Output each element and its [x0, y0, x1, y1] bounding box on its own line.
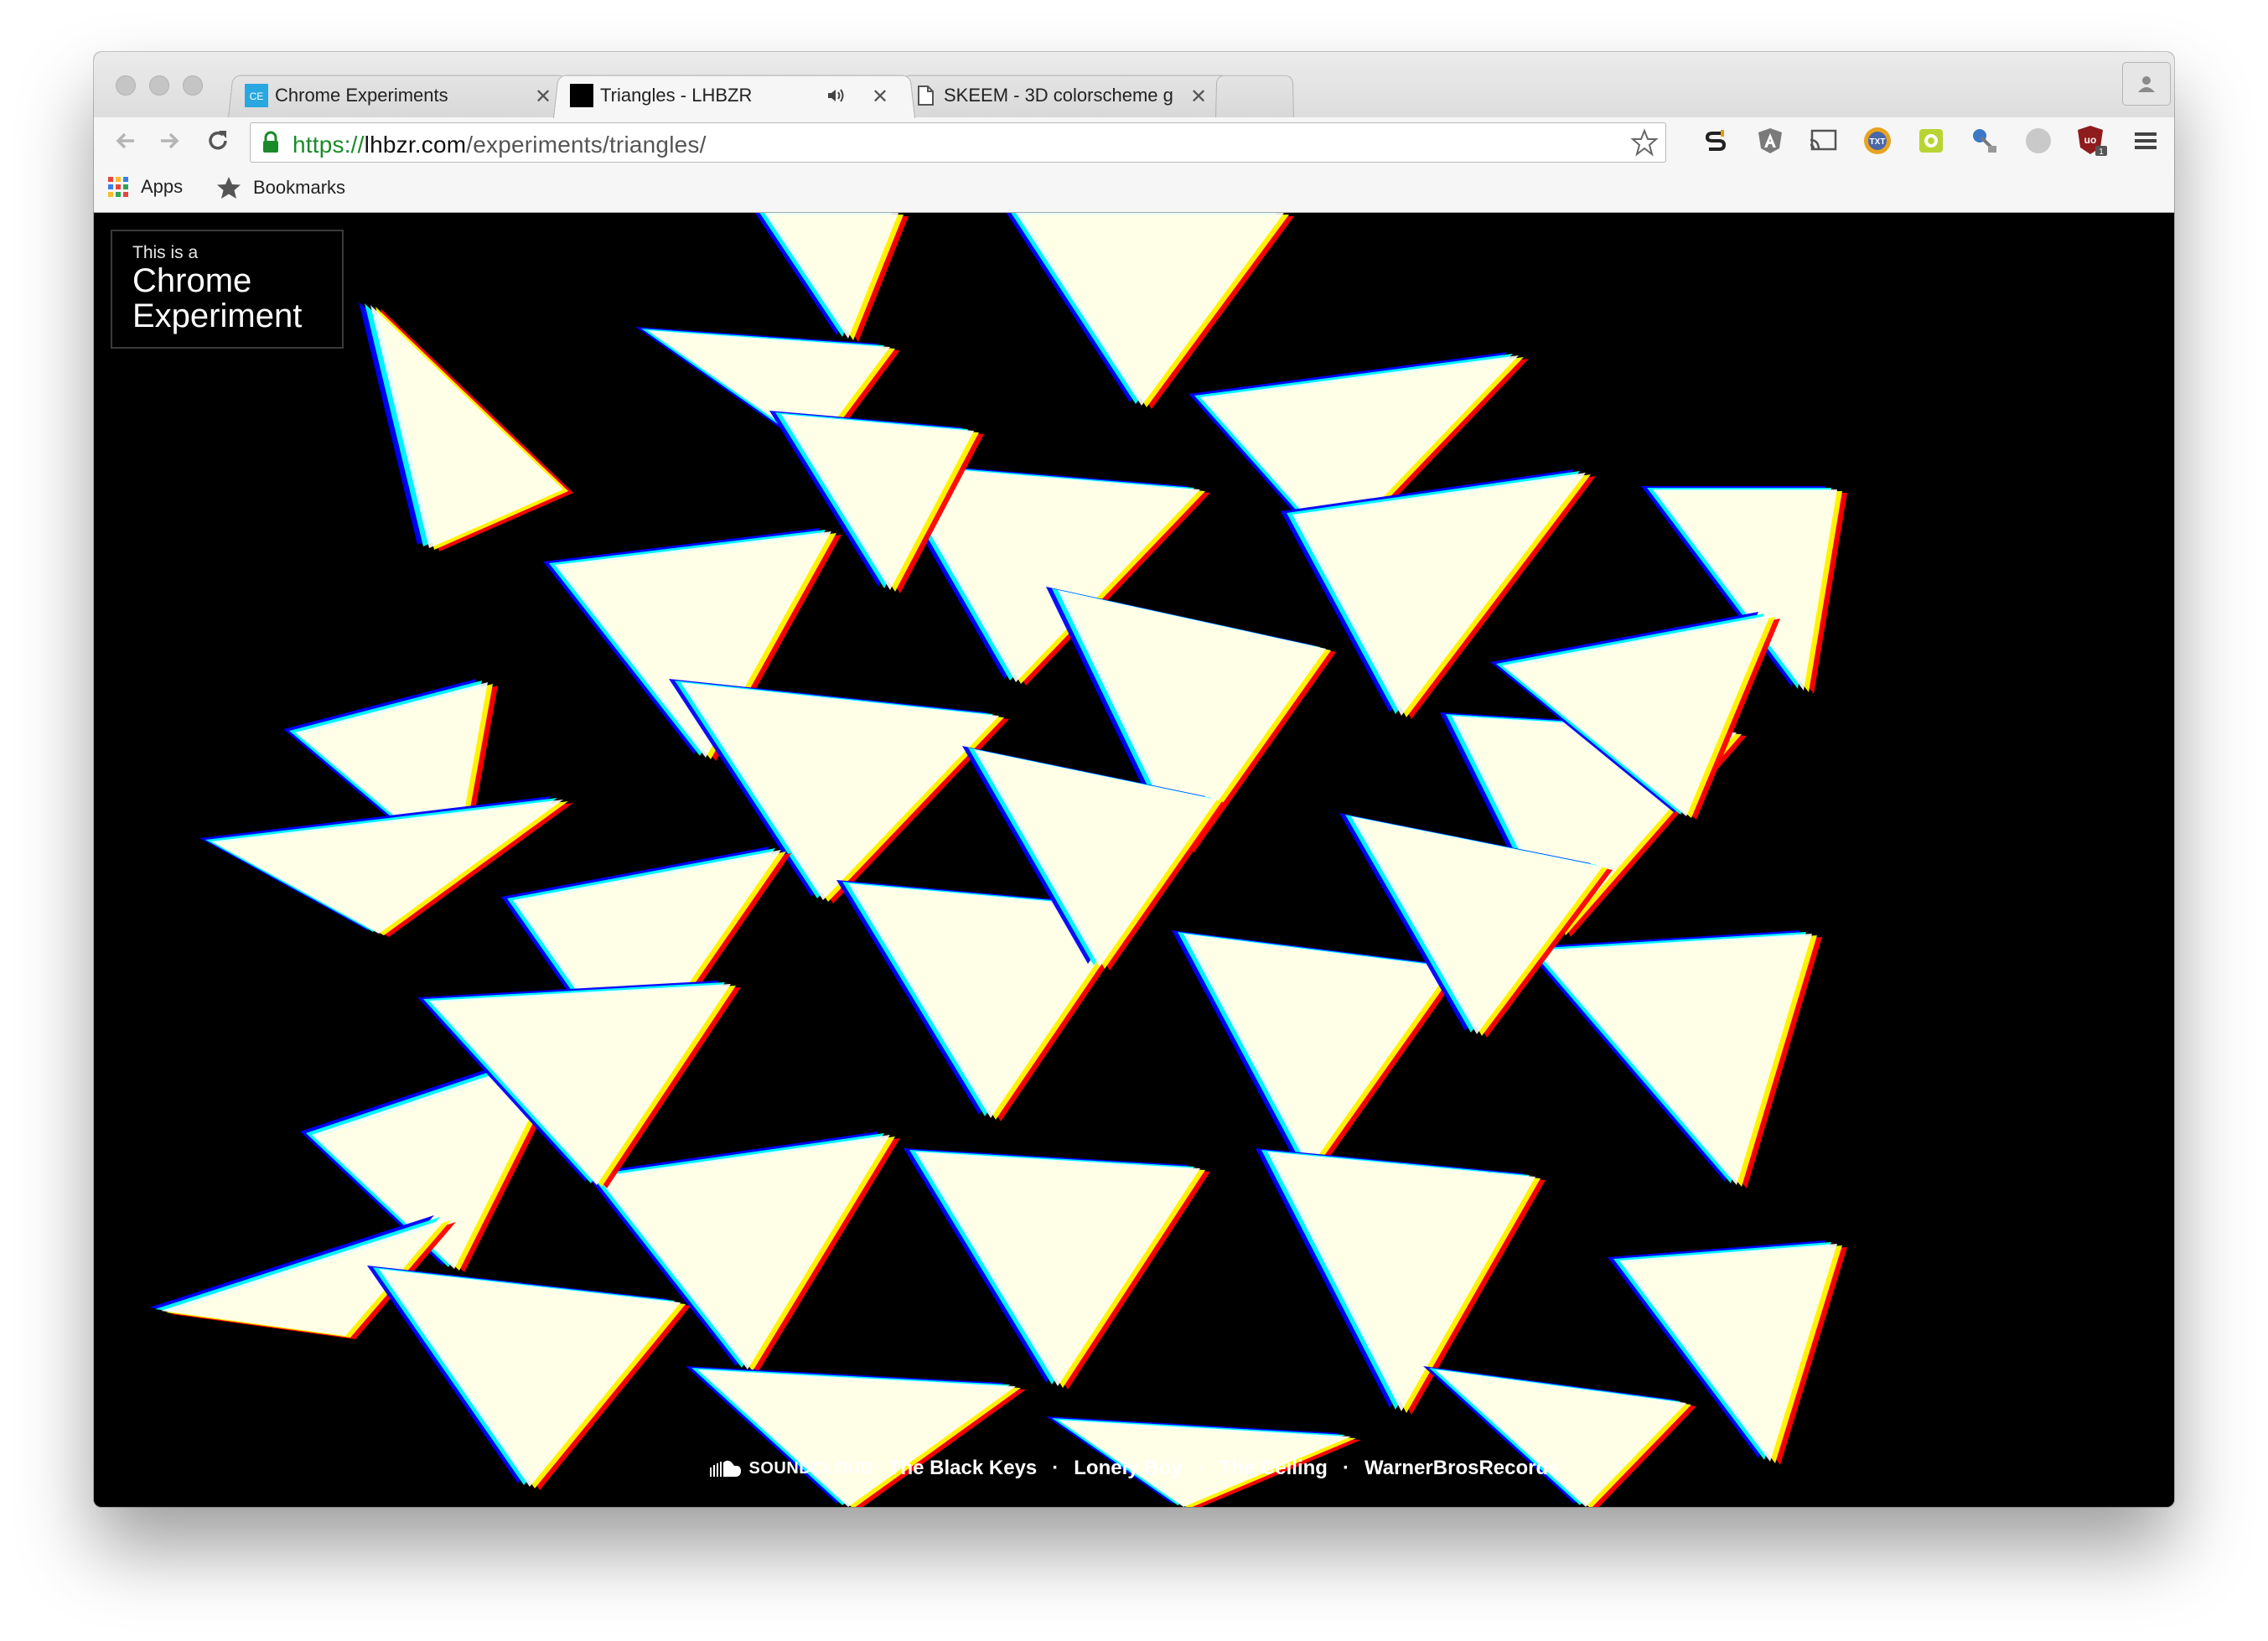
- zoom-window-button[interactable]: [183, 75, 203, 96]
- star-icon: [217, 177, 241, 199]
- svg-text:TXT: TXT: [1870, 137, 1886, 147]
- tab-audio-icon[interactable]: [826, 87, 847, 104]
- tab-close-icon[interactable]: ✕: [535, 85, 551, 109]
- reload-button[interactable]: [203, 126, 233, 156]
- triangle-layer: [697, 1369, 1016, 1507]
- separator: ·: [1052, 1457, 1059, 1479]
- s-glyph-icon: [1705, 130, 1727, 151]
- glitch-triangle: [1006, 213, 1294, 409]
- glitch-triangle: [359, 302, 573, 551]
- badge-title: Chrome Experiment: [132, 263, 322, 334]
- screenshot-frame-icon: [1919, 129, 1943, 153]
- glitch-triangle: [904, 1148, 1210, 1390]
- triangles-canvas[interactable]: [94, 213, 2174, 1507]
- screenshot-icon[interactable]: [1914, 124, 1948, 158]
- txt-circle-icon: TXT: [1864, 127, 1891, 154]
- address-bar[interactable]: https://lhbzr.com/experiments/triangles/: [250, 122, 1666, 163]
- track-album[interactable]: The Ceiling: [1219, 1457, 1328, 1480]
- extension-s-icon[interactable]: [1700, 124, 1733, 158]
- soundcloud-logo-text: SOUNDCLOUD: [748, 1458, 873, 1478]
- satellite-dish-icon: [1973, 129, 1996, 153]
- triangle-layer: [1267, 1152, 1535, 1411]
- document-favicon-icon: [918, 85, 934, 106]
- page-content: This is a Chrome Experiment SOUNDCLOUD T…: [94, 213, 2174, 1507]
- glitch-triangle: [686, 1366, 1026, 1507]
- soundcloud-cloud-icon: [709, 1460, 741, 1477]
- separator: ·: [1342, 1457, 1349, 1479]
- glitch-triangle: [1172, 930, 1462, 1172]
- svg-text:1: 1: [2099, 148, 2104, 157]
- lhbzr-favicon-icon: [570, 84, 593, 107]
- browser-chrome: CE Chrome Experiments ✕ Triangles - LHBZ…: [94, 52, 2174, 213]
- lock-icon: [263, 131, 278, 153]
- angular-shield-icon: [1758, 128, 1782, 153]
- triangle-layer: [915, 1152, 1200, 1386]
- chrome-experiment-badge[interactable]: This is a Chrome Experiment: [111, 230, 344, 349]
- chrome-experiments-favicon-icon: CE: [245, 84, 268, 107]
- bookmark-bookmarks[interactable]: Bookmarks: [216, 176, 345, 199]
- tab-title: Triangles - LHBZR: [600, 85, 753, 106]
- angular-icon[interactable]: [1753, 124, 1787, 158]
- badge-small-text: This is a: [132, 243, 199, 262]
- gray-dot-icon: [2026, 128, 2051, 153]
- url-path: /experiments/triangles/: [466, 132, 707, 158]
- tab-close-icon[interactable]: ✕: [1190, 85, 1207, 109]
- bookmark-star-icon[interactable]: [1630, 128, 1659, 157]
- bookmark-label: Bookmarks: [253, 177, 346, 198]
- triangle-layer: [1535, 934, 1812, 1185]
- track-title[interactable]: Lonely Boy: [1074, 1457, 1182, 1480]
- track-label[interactable]: WarnerBrosRecords: [1364, 1457, 1560, 1480]
- hamburger-menu-icon: [2135, 132, 2157, 149]
- svg-text:uo: uo: [2084, 134, 2097, 146]
- profile-button[interactable]: [2122, 62, 2171, 106]
- bookmark-label: Apps: [141, 176, 184, 197]
- triangle-layer: [1016, 213, 1284, 406]
- toolbar: https://lhbzr.com/experiments/triangles/…: [94, 117, 2174, 164]
- url-host: lhbzr.com: [364, 132, 467, 158]
- url-text: https://lhbzr.com/experiments/triangles/: [293, 132, 707, 158]
- soundcloud-logo[interactable]: SOUNDCLOUD: [709, 1459, 873, 1478]
- cast-screen-icon: [1810, 129, 1837, 151]
- separator: ·: [1197, 1457, 1204, 1479]
- glitch-triangle: [754, 213, 909, 342]
- badge-line-2: Experiment: [132, 298, 303, 334]
- bookmarks-bar: Apps Bookmarks: [94, 164, 2174, 213]
- browser-window: CE Chrome Experiments ✕ Triangles - LHBZ…: [94, 52, 2174, 1507]
- ublock-shield-icon: uo1: [2078, 126, 2107, 157]
- bookmark-apps[interactable]: Apps: [107, 176, 183, 198]
- cast-icon[interactable]: [1807, 124, 1841, 158]
- track-artist[interactable]: The Black Keys: [888, 1457, 1037, 1480]
- back-arrow-icon: [116, 132, 134, 149]
- person-icon: [2138, 76, 2155, 92]
- tab-title: Chrome Experiments: [275, 85, 448, 106]
- soundcloud-credit[interactable]: SOUNDCLOUD The Black Keys · Lonely Boy ·…: [94, 1457, 2174, 1480]
- menu-button[interactable]: [2129, 124, 2162, 158]
- glitch-triangle: [1256, 1148, 1546, 1415]
- badge-line-1: Chrome: [132, 262, 252, 299]
- reload-icon: [209, 131, 227, 150]
- satellite-icon[interactable]: [1968, 124, 2001, 158]
- url-scheme: https://: [293, 132, 365, 158]
- forward-arrow-icon: [161, 132, 179, 149]
- new-tab-button[interactable]: [1215, 75, 1294, 118]
- favicon-text: CE: [250, 91, 264, 102]
- ublock-icon[interactable]: uo 1: [2075, 124, 2109, 158]
- glitch-triangle: [1423, 1366, 1696, 1507]
- gray-circle-icon[interactable]: [2022, 124, 2055, 158]
- triangle-layer: [1183, 934, 1452, 1168]
- close-window-button[interactable]: [116, 75, 136, 96]
- tab-close-icon[interactable]: ✕: [872, 85, 888, 109]
- back-button[interactable]: [111, 126, 141, 156]
- forward-button[interactable]: [154, 126, 184, 156]
- glitch-triangle: [1524, 930, 1822, 1188]
- tab-title: SKEEM - 3D colorscheme g: [944, 85, 1173, 106]
- txt-icon[interactable]: TXT: [1861, 124, 1894, 158]
- minimize-window-button[interactable]: [149, 75, 169, 96]
- apps-grid-icon: [108, 177, 128, 197]
- triangle-layer: [379, 1269, 681, 1487]
